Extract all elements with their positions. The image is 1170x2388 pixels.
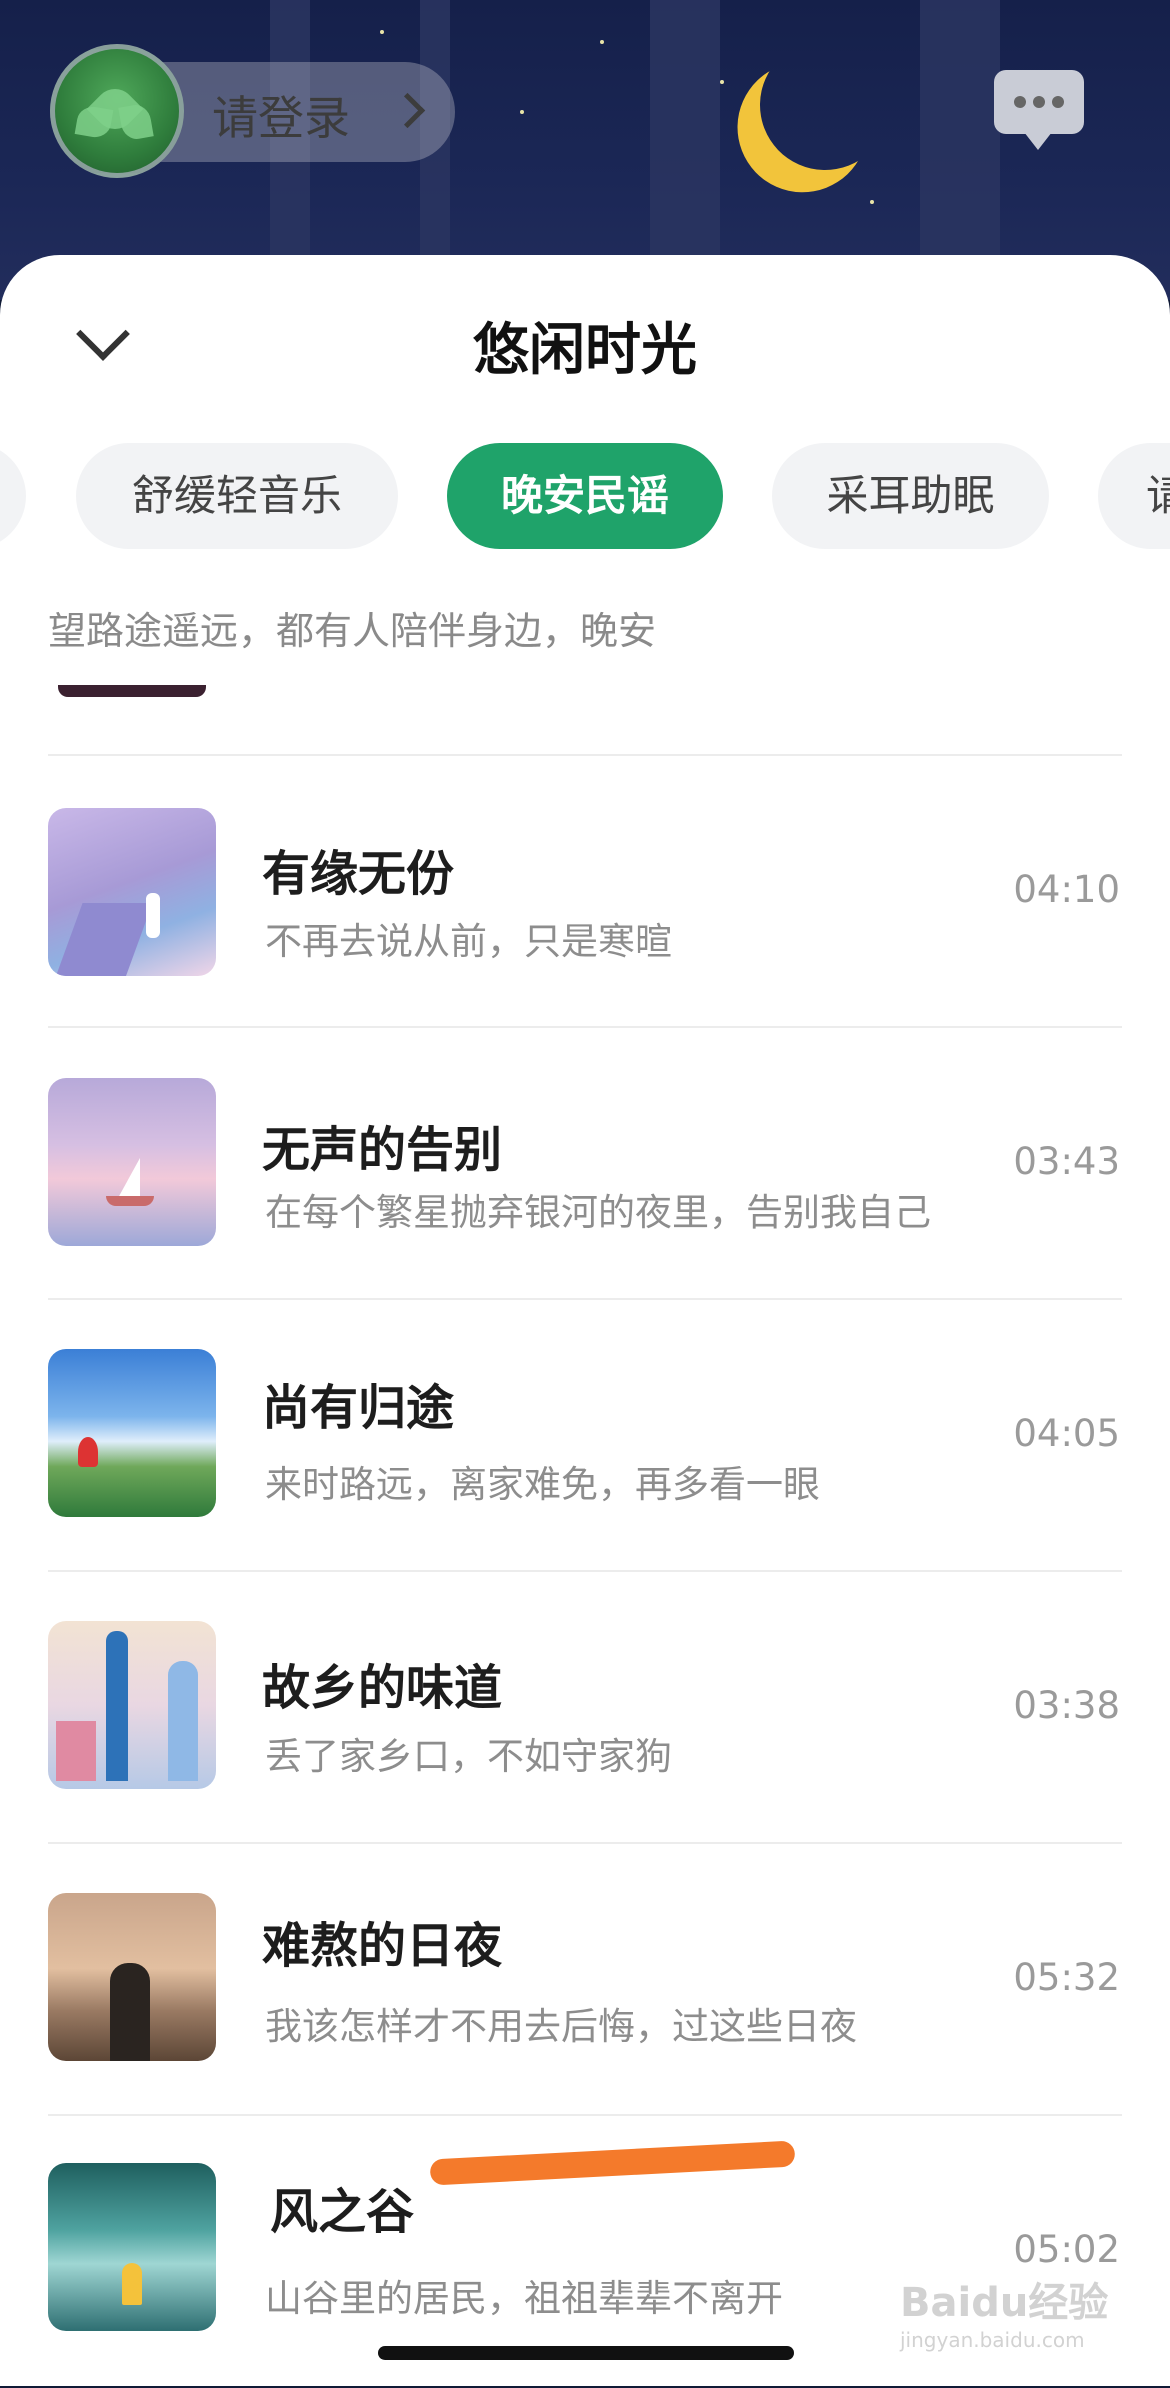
list-item[interactable]: 故乡的味道 丢了家乡口，不如守家狗 03:38 bbox=[0, 1572, 1170, 1844]
list-item[interactable]: 难熬的日夜 我该怎样才不用去后悔，过这些日夜 05:32 bbox=[0, 1844, 1170, 2116]
song-description: 我该怎样才不用去后悔，过这些日夜 bbox=[265, 2005, 857, 2048]
song-title: 难熬的日夜 bbox=[262, 1918, 503, 1974]
song-description: 在每个繁星抛弃银河的夜里，告别我自己 bbox=[265, 1191, 931, 1234]
song-duration: 03:43 bbox=[1013, 1140, 1120, 1183]
message-dot bbox=[1014, 96, 1026, 108]
song-title: 故乡的味道 bbox=[262, 1660, 503, 1716]
watermark-url: jingyan.baidu.com bbox=[900, 2328, 1085, 2352]
watermark-brand: Baidu经验 bbox=[900, 2280, 1109, 2326]
song-title: 风之谷 bbox=[270, 2184, 415, 2240]
song-thumbnail bbox=[48, 1893, 216, 2061]
song-title: 有缘无份 bbox=[262, 846, 455, 902]
watermark: Baidu经验 jingyan.baidu.com bbox=[900, 2270, 1108, 2352]
avatar[interactable] bbox=[50, 44, 184, 178]
tab-previous[interactable] bbox=[0, 443, 26, 549]
tab-goodnight-folk[interactable]: 晚安民谣 bbox=[447, 443, 723, 549]
star bbox=[520, 110, 524, 114]
song-description: 丢了家乡口，不如守家狗 bbox=[265, 1735, 672, 1778]
girl-figure bbox=[78, 1437, 98, 1467]
previous-item-thumbnail bbox=[58, 685, 206, 697]
song-duration: 05:32 bbox=[1013, 1956, 1120, 1999]
star bbox=[720, 80, 724, 84]
song-duration: 03:38 bbox=[1013, 1684, 1120, 1727]
list-item[interactable]: 尚有归途 来时路远，离家难免，再多看一眼 04:05 bbox=[0, 1300, 1170, 1572]
playlist-subtitle: 望路途遥远，都有人陪伴身边，晚安 bbox=[48, 609, 657, 653]
list-item[interactable]: 有缘无份 不再去说从前，只是寒暄 04:10 bbox=[0, 756, 1170, 1028]
login-label[interactable]: 请登录 bbox=[212, 82, 350, 148]
list-item[interactable]: 无声的告别 在每个繁星抛弃银河的夜里，告别我自己 03:43 bbox=[0, 1028, 1170, 1300]
building bbox=[56, 1721, 96, 1781]
song-duration: 05:02 bbox=[1013, 2228, 1120, 2271]
category-tabs: 舒缓轻音乐 晚安民谣 采耳助眠 请 bbox=[0, 443, 1170, 549]
railway-track bbox=[53, 903, 153, 976]
star bbox=[380, 30, 384, 34]
tower bbox=[168, 1661, 198, 1781]
moon-icon bbox=[750, 30, 901, 181]
song-thumbnail bbox=[48, 2163, 216, 2331]
tab-next[interactable]: 请 bbox=[1098, 443, 1170, 549]
figure bbox=[146, 893, 160, 938]
lotus-leaf bbox=[74, 104, 114, 140]
sail bbox=[118, 1158, 140, 1198]
song-thumbnail bbox=[48, 808, 216, 976]
song-description: 来时路远，离家难免，再多看一眼 bbox=[265, 1463, 820, 1506]
song-title: 尚有归途 bbox=[262, 1380, 455, 1436]
star bbox=[600, 40, 604, 44]
person-silhouette bbox=[110, 1963, 150, 2061]
home-indicator[interactable] bbox=[378, 2346, 794, 2360]
lotus-leaf bbox=[118, 102, 154, 142]
song-description: 不再去说从前，只是寒暄 bbox=[265, 920, 672, 963]
song-thumbnail bbox=[48, 1078, 216, 1246]
star bbox=[870, 200, 874, 204]
tab-soothing-music[interactable]: 舒缓轻音乐 bbox=[76, 443, 398, 549]
song-description: 山谷里的居民，祖祖辈辈不离开 bbox=[265, 2277, 783, 2320]
sheet-title: 悠闲时光 bbox=[473, 318, 697, 383]
message-dot bbox=[1052, 96, 1064, 108]
song-thumbnail bbox=[48, 1349, 216, 1517]
tower bbox=[106, 1631, 128, 1781]
figure bbox=[122, 2263, 142, 2305]
tab-ear-cleaning-asmr[interactable]: 采耳助眠 bbox=[772, 443, 1049, 549]
message-dot bbox=[1033, 96, 1045, 108]
song-title: 无声的告别 bbox=[262, 1122, 503, 1178]
boat-hull bbox=[106, 1196, 154, 1206]
song-duration: 04:05 bbox=[1013, 1412, 1120, 1455]
song-duration: 04:10 bbox=[1013, 868, 1120, 911]
message-button[interactable] bbox=[994, 70, 1084, 150]
song-thumbnail bbox=[48, 1621, 216, 1789]
